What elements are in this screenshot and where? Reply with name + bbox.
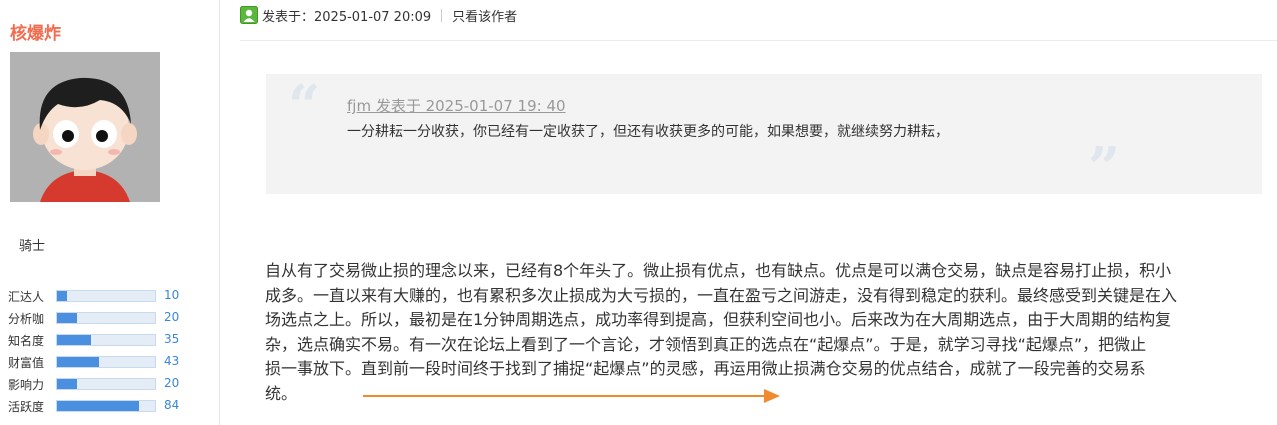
online-status-icon [240,6,258,24]
stat-fill [57,357,100,367]
quote-source-link[interactable]: fjm 发表于 2025-01-07 19: 40 [347,95,566,116]
stat-value: 20 [164,376,180,390]
stat-label: 知名度 [8,334,45,348]
stat-bar [56,378,156,390]
stat-bar [56,356,156,368]
author-sidebar: 核爆炸 骑士 汇达人 10 分析咖 20 知名度 35 财富值 43 影响力 2… [0,0,220,425]
stat-label: 活跃度 [8,400,45,414]
body-line: 场选点之上。所以，最初是在1分钟周期选点，成功率得到提高，但获利空间也小。后来改… [265,310,1172,329]
body-line: 杂，选点确实不易。有一次在论坛上看到了一个言论，才领悟到真正的选点在“起爆点”。… [265,334,1147,354]
stat-value: 43 [164,354,180,368]
stat-fill [57,379,77,389]
close-quote-icon: ” [1088,135,1121,201]
user-rank: 骑士 [19,239,46,254]
stat-label: 财富值 [8,356,45,370]
stat-bar [56,312,156,324]
stat-row: 影响力 20 [8,375,213,397]
stat-bar [56,290,156,302]
author-name[interactable]: 核爆炸 [10,19,61,44]
stat-value: 20 [164,310,180,324]
stat-value: 84 [164,398,180,412]
stat-label: 汇达人 [8,290,45,304]
quote-text: 一分耕耘一分收获，你已经有一定收获了，但还有收获更多的可能，如果想要，就继续努力… [347,124,949,140]
body-line: 自从有了交易微止损的理念以来，已经有8个年头了。微止损有优点，也有缺点。优点是可… [265,261,1172,280]
stat-fill [57,335,92,345]
stat-fill [57,313,77,323]
stat-row: 分析咖 20 [8,309,213,331]
stat-row: 知名度 35 [8,331,213,353]
stat-fill [57,291,67,301]
quote-block: “ fjm 发表于 2025-01-07 19: 40 一分耕耘一分收获，你已经… [266,73,1262,201]
highlight-arrow-icon [363,389,780,403]
body-line: 成多。一直以来有大赚的，也有累积多次止损成为大亏损的，一直在盈亏之间游走，没有得… [265,285,1178,305]
stat-value: 10 [164,288,180,302]
post-header: 发表于：2025-01-07 20:09 只看该作者 [240,5,517,25]
stat-fill [57,401,140,411]
user-stats: 汇达人 10 分析咖 20 知名度 35 财富值 43 影响力 20 活跃度 8… [8,287,213,419]
divider [441,8,443,22]
post-content: 发表于：2025-01-07 20:09 只看该作者 “ fjm 发表于 202… [221,0,1277,425]
stat-label: 分析咖 [8,312,45,326]
avatar[interactable] [10,52,160,202]
stat-value: 35 [164,332,180,346]
stat-row: 汇达人 10 [8,287,213,309]
stat-row: 活跃度 84 [8,397,213,419]
post-timestamp: 发表于：2025-01-07 20:09 [262,9,432,25]
stat-row: 财富值 43 [8,353,213,375]
open-quote-icon: “ [288,73,321,139]
stat-bar [56,400,156,412]
stat-bar [56,334,156,346]
post-body: 自从有了交易微止损的理念以来，已经有8个年头了。微止损有优点，也有缺点。优点是可… [265,259,1265,406]
body-line: 损一事放下。直到前一段时间终于找到了捕捉“起爆点”的灵感，再运用微止损满仓交易的… [265,359,1146,378]
view-author-only-link[interactable]: 只看该作者 [452,6,517,25]
stat-label: 影响力 [8,378,45,392]
header-divider [240,40,1277,41]
